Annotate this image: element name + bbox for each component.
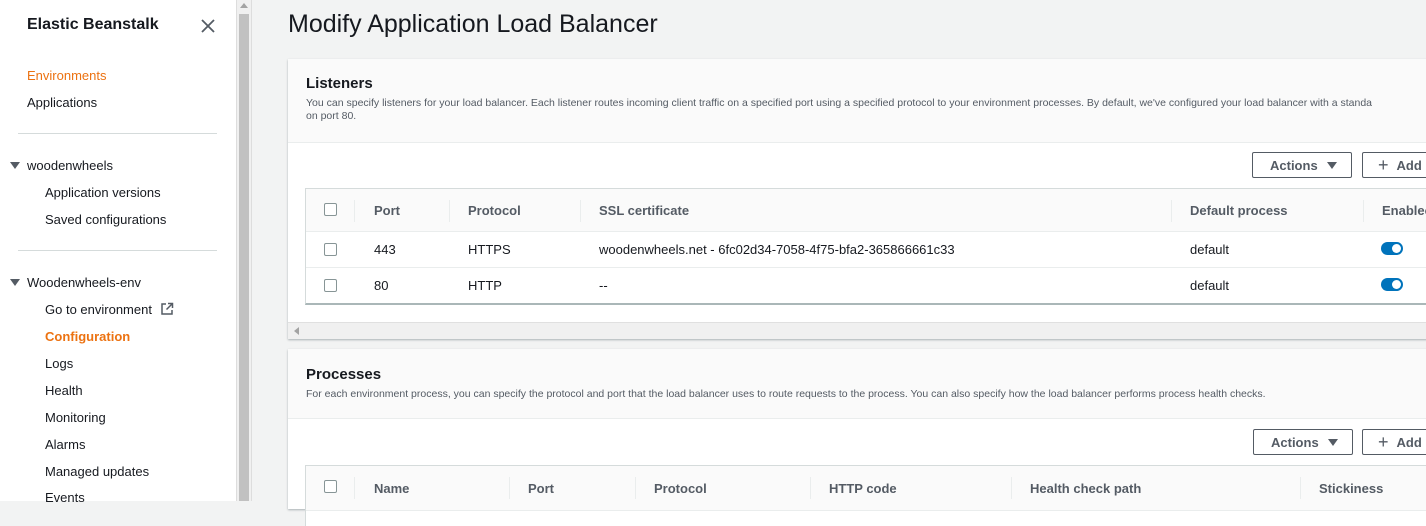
processes-header: Processes For each environment process, …	[288, 349, 1426, 419]
enabled-toggle[interactable]	[1381, 242, 1403, 255]
column-header-stickiness[interactable]: Stickiness	[1319, 481, 1383, 496]
caret-down-icon	[1327, 438, 1338, 446]
sidebar-item-events[interactable]: Events	[45, 490, 85, 505]
row-separator	[306, 267, 1426, 268]
sidebar: Elastic Beanstalk Environments Applicati…	[0, 0, 236, 505]
column-separator	[449, 200, 450, 222]
button-label: Add	[1396, 157, 1422, 173]
add-process-button[interactable]: + Add	[1362, 429, 1426, 455]
processes-table: Name Port Protocol HTTP code Health chec…	[305, 465, 1426, 526]
table-horizontal-scrollbar[interactable]	[288, 322, 1426, 339]
sidebar-item-applications[interactable]: Applications	[27, 95, 97, 110]
cell-protocol: HTTP	[468, 278, 502, 293]
sidebar-item-saved-configurations[interactable]: Saved configurations	[45, 212, 166, 227]
processes-heading: Processes	[306, 366, 382, 383]
processes-description: For each environment process, you can sp…	[306, 388, 1266, 400]
button-label: Actions	[1271, 434, 1319, 450]
listeners-heading: Listeners	[306, 75, 373, 92]
caret-down-icon[interactable]	[10, 162, 20, 169]
sidebar-item-health[interactable]: Health	[45, 383, 83, 398]
column-header-enabled[interactable]: Enablec	[1382, 203, 1426, 218]
listeners-table: Port Protocol SSL certificate Default pr…	[305, 188, 1426, 305]
scrollbar-thumb[interactable]	[239, 14, 249, 501]
button-label: Actions	[1270, 157, 1318, 173]
button-label: Add	[1396, 434, 1422, 450]
column-separator	[1300, 477, 1301, 499]
sidebar-item-label: Go to environment	[45, 302, 152, 317]
plus-icon: +	[1378, 432, 1389, 452]
sidebar-divider	[18, 250, 217, 251]
sidebar-item-environments[interactable]: Environments	[27, 68, 106, 83]
column-separator	[580, 200, 581, 222]
select-all-checkbox[interactable]	[324, 203, 337, 216]
enabled-toggle[interactable]	[1381, 278, 1403, 291]
table-header: Port Protocol SSL certificate Default pr…	[306, 189, 1426, 232]
close-icon[interactable]	[199, 17, 217, 35]
column-separator	[1011, 477, 1012, 499]
sidebar-item-managed-updates[interactable]: Managed updates	[45, 464, 149, 479]
sidebar-title: Elastic Beanstalk	[27, 16, 159, 33]
column-separator	[354, 477, 355, 499]
column-separator	[635, 477, 636, 499]
cell-ssl-certificate: woodenwheels.net - 6fc02d34-7058-4f75-bf…	[599, 242, 955, 257]
scroll-up-arrow-icon[interactable]	[240, 3, 248, 8]
cell-port: 443	[374, 242, 396, 257]
plus-icon: +	[1378, 155, 1389, 175]
sidebar-item-logs[interactable]: Logs	[45, 356, 73, 371]
column-header-name[interactable]: Name	[374, 481, 409, 496]
column-separator	[1363, 200, 1364, 222]
select-all-checkbox[interactable]	[324, 480, 337, 493]
listeners-header: Listeners You can specify listeners for …	[288, 59, 1426, 143]
column-header-ssl-certificate[interactable]: SSL certificate	[599, 203, 689, 218]
cell-default-process: default	[1190, 278, 1230, 293]
sidebar-item-go-to-environment[interactable]: Go to environment	[45, 302, 174, 317]
sidebar-app-name[interactable]: woodenwheels	[27, 158, 113, 173]
sidebar-item-application-versions[interactable]: Application versions	[45, 185, 161, 200]
sidebar-scrollbar[interactable]	[236, 0, 252, 501]
row-checkbox[interactable]	[324, 243, 337, 256]
column-header-http-code[interactable]: HTTP code	[829, 481, 897, 496]
table-header: Name Port Protocol HTTP code Health chec…	[306, 466, 1426, 511]
column-header-default-process[interactable]: Default process	[1190, 203, 1288, 218]
sidebar-item-alarms[interactable]: Alarms	[45, 437, 85, 452]
cell-port: 80	[374, 278, 389, 293]
sidebar-env-name[interactable]: Woodenwheels-env	[27, 275, 141, 290]
listeners-panel: Listeners You can specify listeners for …	[288, 59, 1426, 339]
external-link-icon	[161, 302, 174, 315]
column-separator	[810, 477, 811, 499]
scroll-left-arrow-icon[interactable]	[294, 327, 299, 335]
sidebar-divider	[18, 133, 217, 134]
caret-down-icon	[1326, 161, 1337, 169]
caret-down-icon[interactable]	[10, 279, 20, 286]
cell-protocol: HTTPS	[468, 242, 511, 257]
listeners-description-line: on port 80.	[306, 110, 357, 122]
listeners-actions-button[interactable]: Actions	[1252, 152, 1352, 178]
cell-ssl-certificate: --	[599, 278, 608, 293]
sidebar-item-configuration[interactable]: Configuration	[45, 329, 130, 344]
column-header-health-check-path[interactable]: Health check path	[1030, 481, 1141, 496]
column-header-protocol[interactable]: Protocol	[654, 481, 707, 496]
column-header-port[interactable]: Port	[374, 203, 400, 218]
listeners-description-line: You can specify listeners for your load …	[306, 97, 1373, 109]
sidebar-item-monitoring[interactable]: Monitoring	[45, 410, 106, 425]
column-separator	[1171, 200, 1172, 222]
cell-default-process: default	[1190, 242, 1230, 257]
add-listener-button[interactable]: + Add	[1362, 152, 1426, 178]
listeners-description: You can specify listeners for your load …	[306, 97, 1416, 123]
column-separator	[509, 477, 510, 499]
row-checkbox[interactable]	[324, 279, 337, 292]
column-header-protocol[interactable]: Protocol	[468, 203, 521, 218]
page-title: Modify Application Load Balancer	[288, 10, 658, 38]
column-separator	[354, 200, 355, 222]
column-header-port[interactable]: Port	[528, 481, 554, 496]
processes-panel: Processes For each environment process, …	[288, 349, 1426, 526]
processes-actions-button[interactable]: Actions	[1253, 429, 1353, 455]
